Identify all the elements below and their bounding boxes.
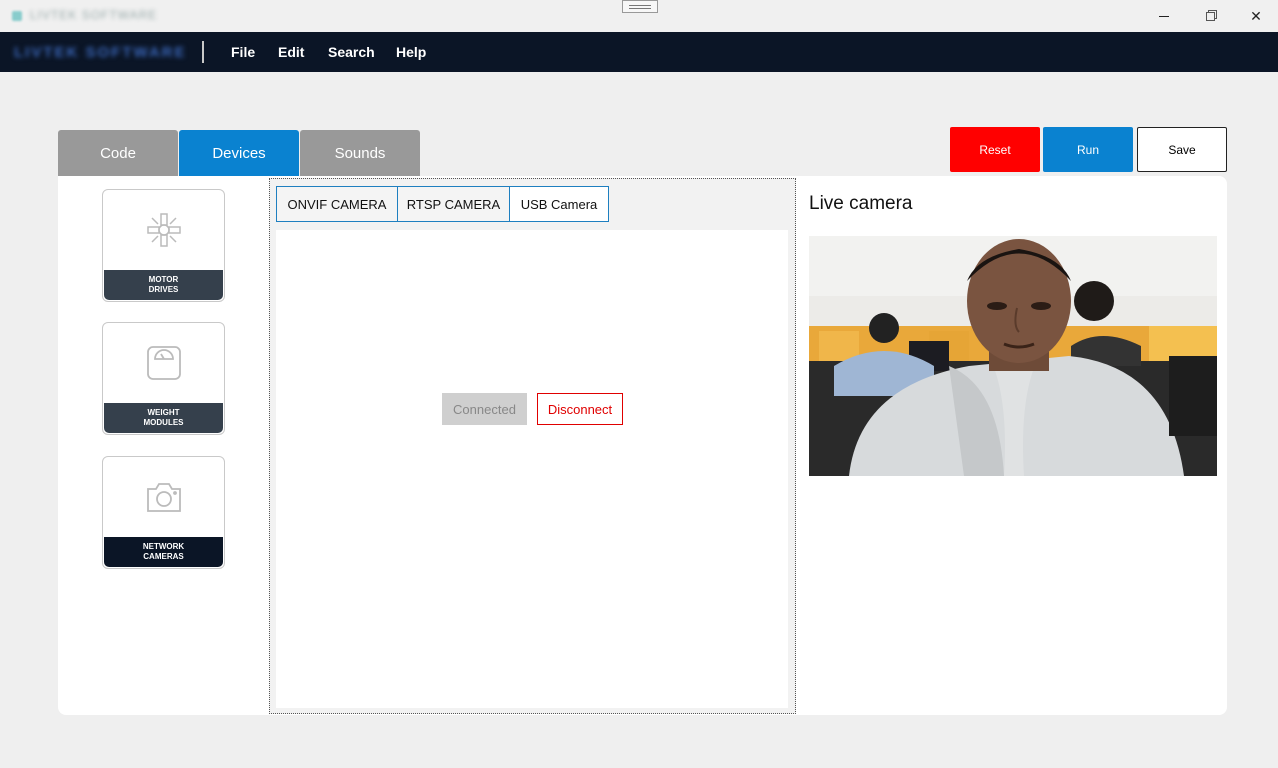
device-card-label: MOTOR DRIVES [104,270,223,300]
live-camera-title: Live camera [809,193,913,214]
minimize-icon [1159,15,1169,17]
menu-help[interactable]: Help [396,44,426,60]
drag-handle[interactable] [622,0,658,13]
camera-frame-image [809,236,1217,476]
menu-search[interactable]: Search [328,44,375,60]
restore-button[interactable] [1187,0,1233,32]
disconnect-button[interactable]: Disconnect [537,393,623,425]
tab-rtsp-camera[interactable]: RTSP CAMERA [397,186,510,222]
menu-separator [202,41,204,63]
close-icon: ✕ [1250,7,1262,24]
tab-onvif-camera[interactable]: ONVIF CAMERA [276,186,398,222]
live-camera-feed [809,236,1217,476]
menu-edit[interactable]: Edit [278,44,304,60]
restore-icon [1205,11,1215,21]
app-icon [12,11,22,21]
tab-sounds[interactable]: Sounds [300,130,420,176]
device-card-motor-drives[interactable]: MOTOR DRIVES [102,189,225,302]
camera-icon [147,483,181,512]
close-button[interactable]: ✕ [1233,0,1278,32]
device-card-label: WEIGHT MODULES [104,403,223,433]
minimize-button[interactable] [1141,0,1187,32]
window-title: LIVTEK SOFTWARE [30,8,158,22]
save-button[interactable]: Save [1137,127,1227,172]
app-logo: LIVTEK SOFTWARE [14,44,187,61]
reset-button[interactable]: Reset [950,127,1040,172]
menu-bar: LIVTEK SOFTWARE File Edit Search Help [0,32,1278,72]
tab-code[interactable]: Code [58,130,178,176]
tab-devices[interactable]: Devices [179,130,299,176]
camera-tab-content [276,230,788,708]
device-card-network-cameras[interactable]: NETWORK CAMERAS [102,456,225,569]
run-button[interactable]: Run [1043,127,1133,172]
menu-file[interactable]: File [231,44,255,60]
title-bar: LIVTEK SOFTWARE ✕ [0,0,1278,32]
tab-usb-camera[interactable]: USB Camera [509,186,609,222]
weighing-scale-icon [147,346,181,380]
motor-drive-icon [147,213,181,247]
device-card-weight-modules[interactable]: WEIGHT MODULES [102,322,225,435]
connected-button: Connected [442,393,527,425]
device-card-label: NETWORK CAMERAS [104,537,223,567]
